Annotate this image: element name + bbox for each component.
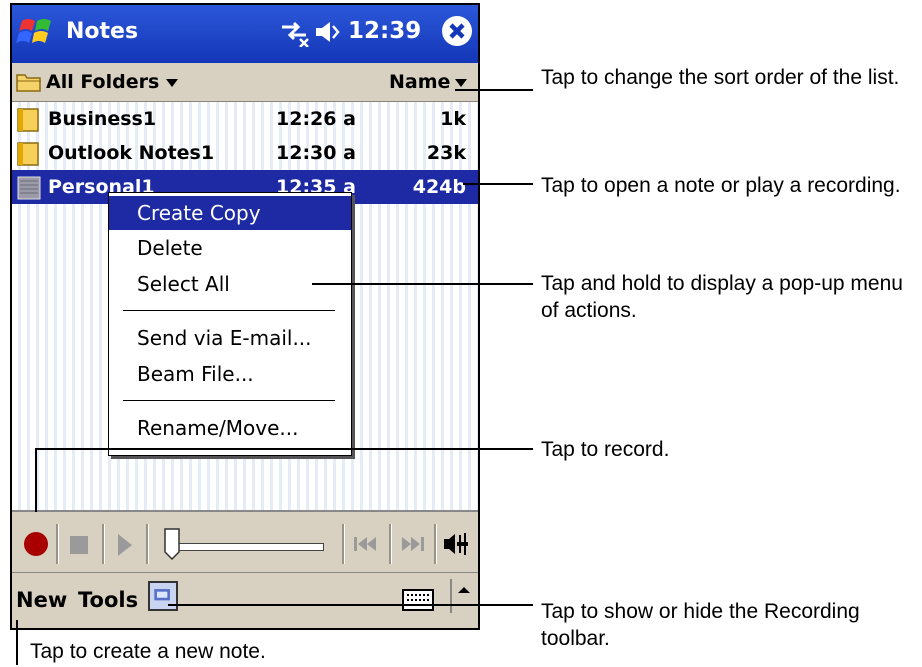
note-time: 12:30 a [276, 142, 356, 164]
close-icon[interactable] [440, 14, 474, 48]
app-title: Notes [66, 19, 139, 44]
skip-forward-icon[interactable] [400, 534, 426, 554]
callout-toggle: Tap to show or hide the Recording toolba… [541, 600, 860, 650]
note-folder-icon [17, 108, 39, 132]
skip-back-icon[interactable] [352, 534, 378, 554]
speaker-volume-icon[interactable] [442, 530, 472, 558]
toolbar-separator [56, 524, 59, 564]
note-size: 23k [426, 142, 466, 164]
clock[interactable]: 12:39 [348, 18, 421, 44]
folder-bar: All Folders Name [12, 63, 478, 102]
new-menu[interactable]: New [16, 588, 67, 612]
recording-toolbar-toggle-icon[interactable] [148, 581, 178, 611]
note-size: 1k [440, 108, 466, 130]
start-menu-icon[interactable] [16, 11, 58, 53]
list-item[interactable]: Business1 12:26 a 1k [12, 102, 478, 136]
menu-item-create-copy[interactable]: Create Copy [109, 196, 351, 230]
callout-hold: Tap and hold to display a pop-up menu of… [541, 272, 903, 322]
note-name: Business1 [48, 108, 157, 130]
callout-line [312, 283, 533, 285]
menu-item-delete[interactable]: Delete [109, 231, 351, 265]
menu-item-label: Select All [137, 272, 230, 296]
slider-thumb[interactable] [164, 528, 180, 560]
callout-line [463, 183, 533, 185]
context-menu: Create Copy Delete Select All Send via E… [108, 192, 352, 456]
menu-bar: New Tools [12, 572, 478, 628]
record-button[interactable] [24, 532, 48, 556]
menu-item-label: Create Copy [137, 201, 261, 225]
menu-item-label: Rename/Move... [137, 416, 299, 440]
toolbar-separator [434, 524, 437, 564]
menu-item-label: Beam File... [137, 362, 254, 386]
toolbar-separator [389, 524, 392, 564]
chevron-up-icon[interactable] [450, 579, 476, 613]
folder-dropdown[interactable]: All Folders [46, 71, 159, 93]
menu-item-rename-move[interactable]: Rename/Move... [109, 411, 351, 445]
folder-icon[interactable] [16, 71, 42, 93]
callout-line [35, 448, 533, 450]
callout-sort: Tap to change the sort order of the list… [541, 66, 900, 89]
toolbar-separator [146, 524, 149, 564]
note-name: Outlook Notes1 [48, 142, 215, 164]
keyboard-icon[interactable] [402, 589, 434, 611]
callout-open: Tap to open a note or play a recording. [541, 174, 901, 197]
volume-icon[interactable] [314, 19, 340, 45]
callout-record: Tap to record. [541, 438, 670, 461]
menu-item-label: Delete [137, 236, 203, 260]
callout-line [168, 604, 533, 606]
callout-line [455, 89, 533, 91]
pocket-pc-screen: Notes 12:39 All Folders Name Business1 1… [10, 3, 480, 630]
stop-button[interactable] [70, 536, 88, 554]
menu-separator [123, 400, 335, 401]
playback-slider[interactable] [172, 543, 324, 551]
menu-item-send-via-email[interactable]: Send via E-mail... [109, 321, 351, 355]
connectivity-icon[interactable] [278, 17, 310, 47]
callout-line [35, 448, 37, 512]
toolbar-separator [342, 524, 345, 564]
note-time: 12:26 a [276, 108, 356, 130]
note-folder-icon [17, 142, 39, 166]
menu-separator [123, 310, 335, 311]
recording-toolbar [12, 510, 478, 574]
callout-line [16, 620, 18, 665]
chevron-down-icon[interactable] [455, 79, 467, 87]
list-item[interactable]: Outlook Notes1 12:30 a 23k [12, 136, 478, 170]
tools-menu[interactable]: Tools [78, 588, 138, 612]
sort-dropdown[interactable]: Name [389, 71, 450, 93]
toolbar-separator [102, 524, 105, 564]
callout-new-note: Tap to create a new note. [30, 640, 266, 663]
note-size: 424b [412, 176, 466, 198]
menu-item-label: Send via E-mail... [137, 326, 312, 350]
play-button[interactable] [118, 534, 132, 556]
chevron-down-icon[interactable] [166, 79, 178, 87]
title-bar: Notes 12:39 [12, 5, 478, 63]
recording-note-icon [17, 176, 41, 200]
menu-item-beam-file[interactable]: Beam File... [109, 357, 351, 391]
